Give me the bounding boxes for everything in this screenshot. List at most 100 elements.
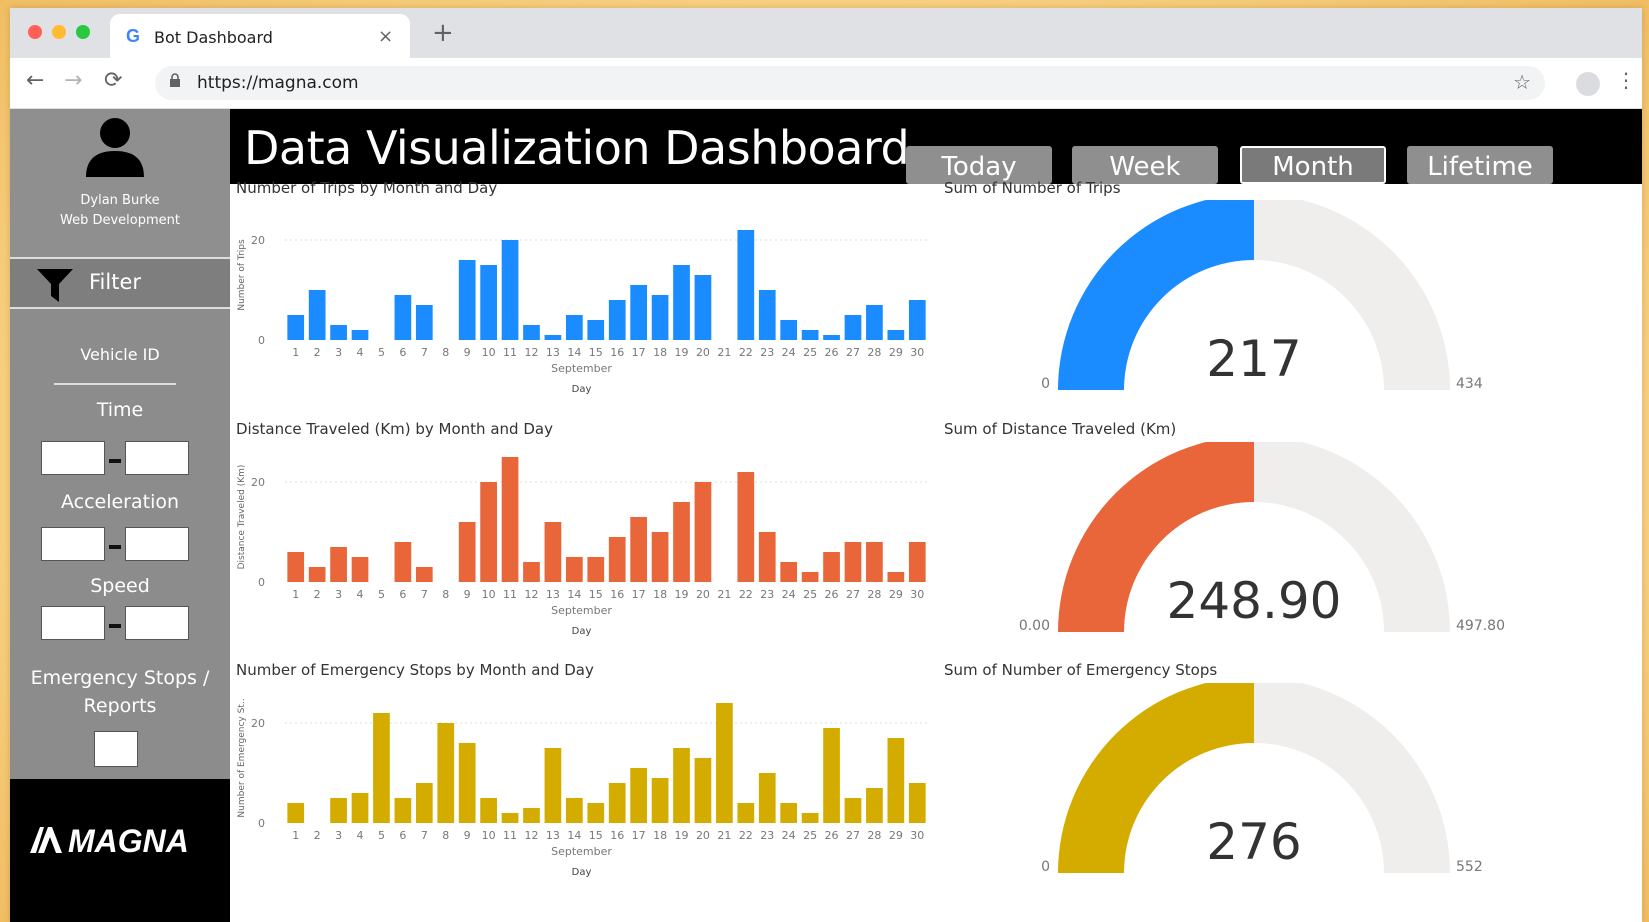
minimize-window-dot[interactable] [52,25,66,39]
browser-menu-icon[interactable]: ⋮ [1616,68,1636,92]
distance-bar[interactable] [330,547,347,582]
trips-bar[interactable] [887,330,905,340]
distance-bar[interactable] [287,552,305,582]
trips-bar[interactable] [544,335,562,340]
emergency-bar[interactable] [780,803,798,823]
distance-bar[interactable] [651,532,669,582]
profile-avatar[interactable] [1576,72,1600,96]
emergency-bar[interactable] [651,778,669,823]
emergency-bar[interactable] [587,803,605,823]
browser-tab[interactable]: G Bot Dashboard × [110,14,410,58]
trips-bar[interactable] [694,275,712,340]
bookmark-star-icon[interactable]: ☆ [1513,70,1531,94]
distance-bar[interactable] [673,502,690,582]
trips-bar[interactable] [287,315,305,340]
distance-bar[interactable] [480,482,497,582]
emergency-bar[interactable] [351,793,369,823]
distance-bar[interactable] [844,542,862,582]
emergency-bar[interactable] [544,748,562,823]
time-min-input[interactable] [41,441,105,475]
distance-bar[interactable] [501,457,519,582]
emergency-bar[interactable] [523,808,540,823]
emergency-bar[interactable] [437,723,455,823]
trips-bar[interactable] [823,335,840,340]
trips-bar[interactable] [523,325,540,340]
trips-bar[interactable] [908,300,926,340]
vehicle-id-label[interactable]: Vehicle ID [10,345,230,364]
emergency-bar[interactable] [415,783,433,823]
trips-bar[interactable] [501,240,519,340]
distance-bar[interactable] [415,567,433,582]
distance-bar[interactable] [694,482,712,582]
emergency-bar[interactable] [866,788,883,823]
emergency-bar[interactable] [737,803,755,823]
emergency-bar[interactable] [458,743,476,823]
close-window-dot[interactable] [28,25,42,39]
filter-button[interactable]: Filter [10,259,230,309]
trips-bar[interactable] [587,320,605,340]
distance-bar[interactable] [780,562,798,582]
period-lifetime-button[interactable]: Lifetime [1407,146,1553,184]
emergency-bar[interactable] [844,798,862,823]
emergency-input[interactable] [94,731,138,767]
emergency-bar[interactable] [608,783,626,823]
distance-bar[interactable] [565,557,583,582]
close-tab-icon[interactable]: × [378,26,393,47]
distance-bar[interactable] [866,542,883,582]
distance-bar[interactable] [608,537,626,582]
back-arrow-icon[interactable]: ← [26,68,44,93]
trips-bar[interactable] [608,300,626,340]
time-max-input[interactable] [125,441,189,475]
emergency-bar[interactable] [330,798,347,823]
emergency-bar[interactable] [716,703,733,823]
trips-bar[interactable] [630,285,648,340]
emergency-bar[interactable] [673,748,690,823]
trips-bar[interactable] [458,260,476,340]
distance-bar[interactable] [394,542,412,582]
distance-bar[interactable] [887,572,905,582]
distance-bar[interactable] [523,562,540,582]
acceleration-min-input[interactable] [41,527,105,561]
emergency-bar[interactable] [287,803,305,823]
emergency-bar[interactable] [565,798,583,823]
trips-bar[interactable] [866,305,883,340]
trips-bar[interactable] [801,330,819,340]
trips-bar[interactable] [758,290,776,340]
acceleration-max-input[interactable] [125,527,189,561]
distance-bar[interactable] [587,557,605,582]
speed-min-input[interactable] [41,606,105,640]
distance-bar[interactable] [458,522,476,582]
emergency-bar[interactable] [694,758,712,823]
forward-arrow-icon[interactable]: → [64,68,82,93]
distance-bar[interactable] [308,567,326,582]
trips-bar[interactable] [394,295,412,340]
emergency-bar[interactable] [823,728,840,823]
trips-bar[interactable] [330,325,347,340]
emergency-bar[interactable] [887,738,905,823]
trips-bar[interactable] [780,320,798,340]
distance-bar[interactable] [630,517,648,582]
trips-bar[interactable] [844,315,862,340]
new-tab-icon[interactable]: + [432,18,454,48]
distance-bar[interactable] [908,542,926,582]
period-month-button[interactable]: Month [1240,146,1386,184]
trips-bar[interactable] [308,290,326,340]
emergency-bar[interactable] [801,813,819,823]
url-field[interactable]: https://magna.com ☆ [155,66,1545,100]
trips-bar[interactable] [651,295,669,340]
trips-bar[interactable] [565,315,583,340]
emergency-bar[interactable] [501,813,519,823]
trips-bar[interactable] [737,230,755,340]
trips-bar[interactable] [351,330,369,340]
trips-bar[interactable] [480,265,497,340]
emergency-bar[interactable] [394,798,412,823]
emergency-bar[interactable] [758,773,776,823]
trips-bar[interactable] [415,305,433,340]
distance-bar[interactable] [351,557,369,582]
trips-bar[interactable] [673,265,690,340]
reload-icon[interactable]: ⟳ [104,68,122,93]
distance-bar[interactable] [801,572,819,582]
emergency-bar[interactable] [630,768,648,823]
emergency-bar[interactable] [480,798,497,823]
speed-max-input[interactable] [125,606,189,640]
